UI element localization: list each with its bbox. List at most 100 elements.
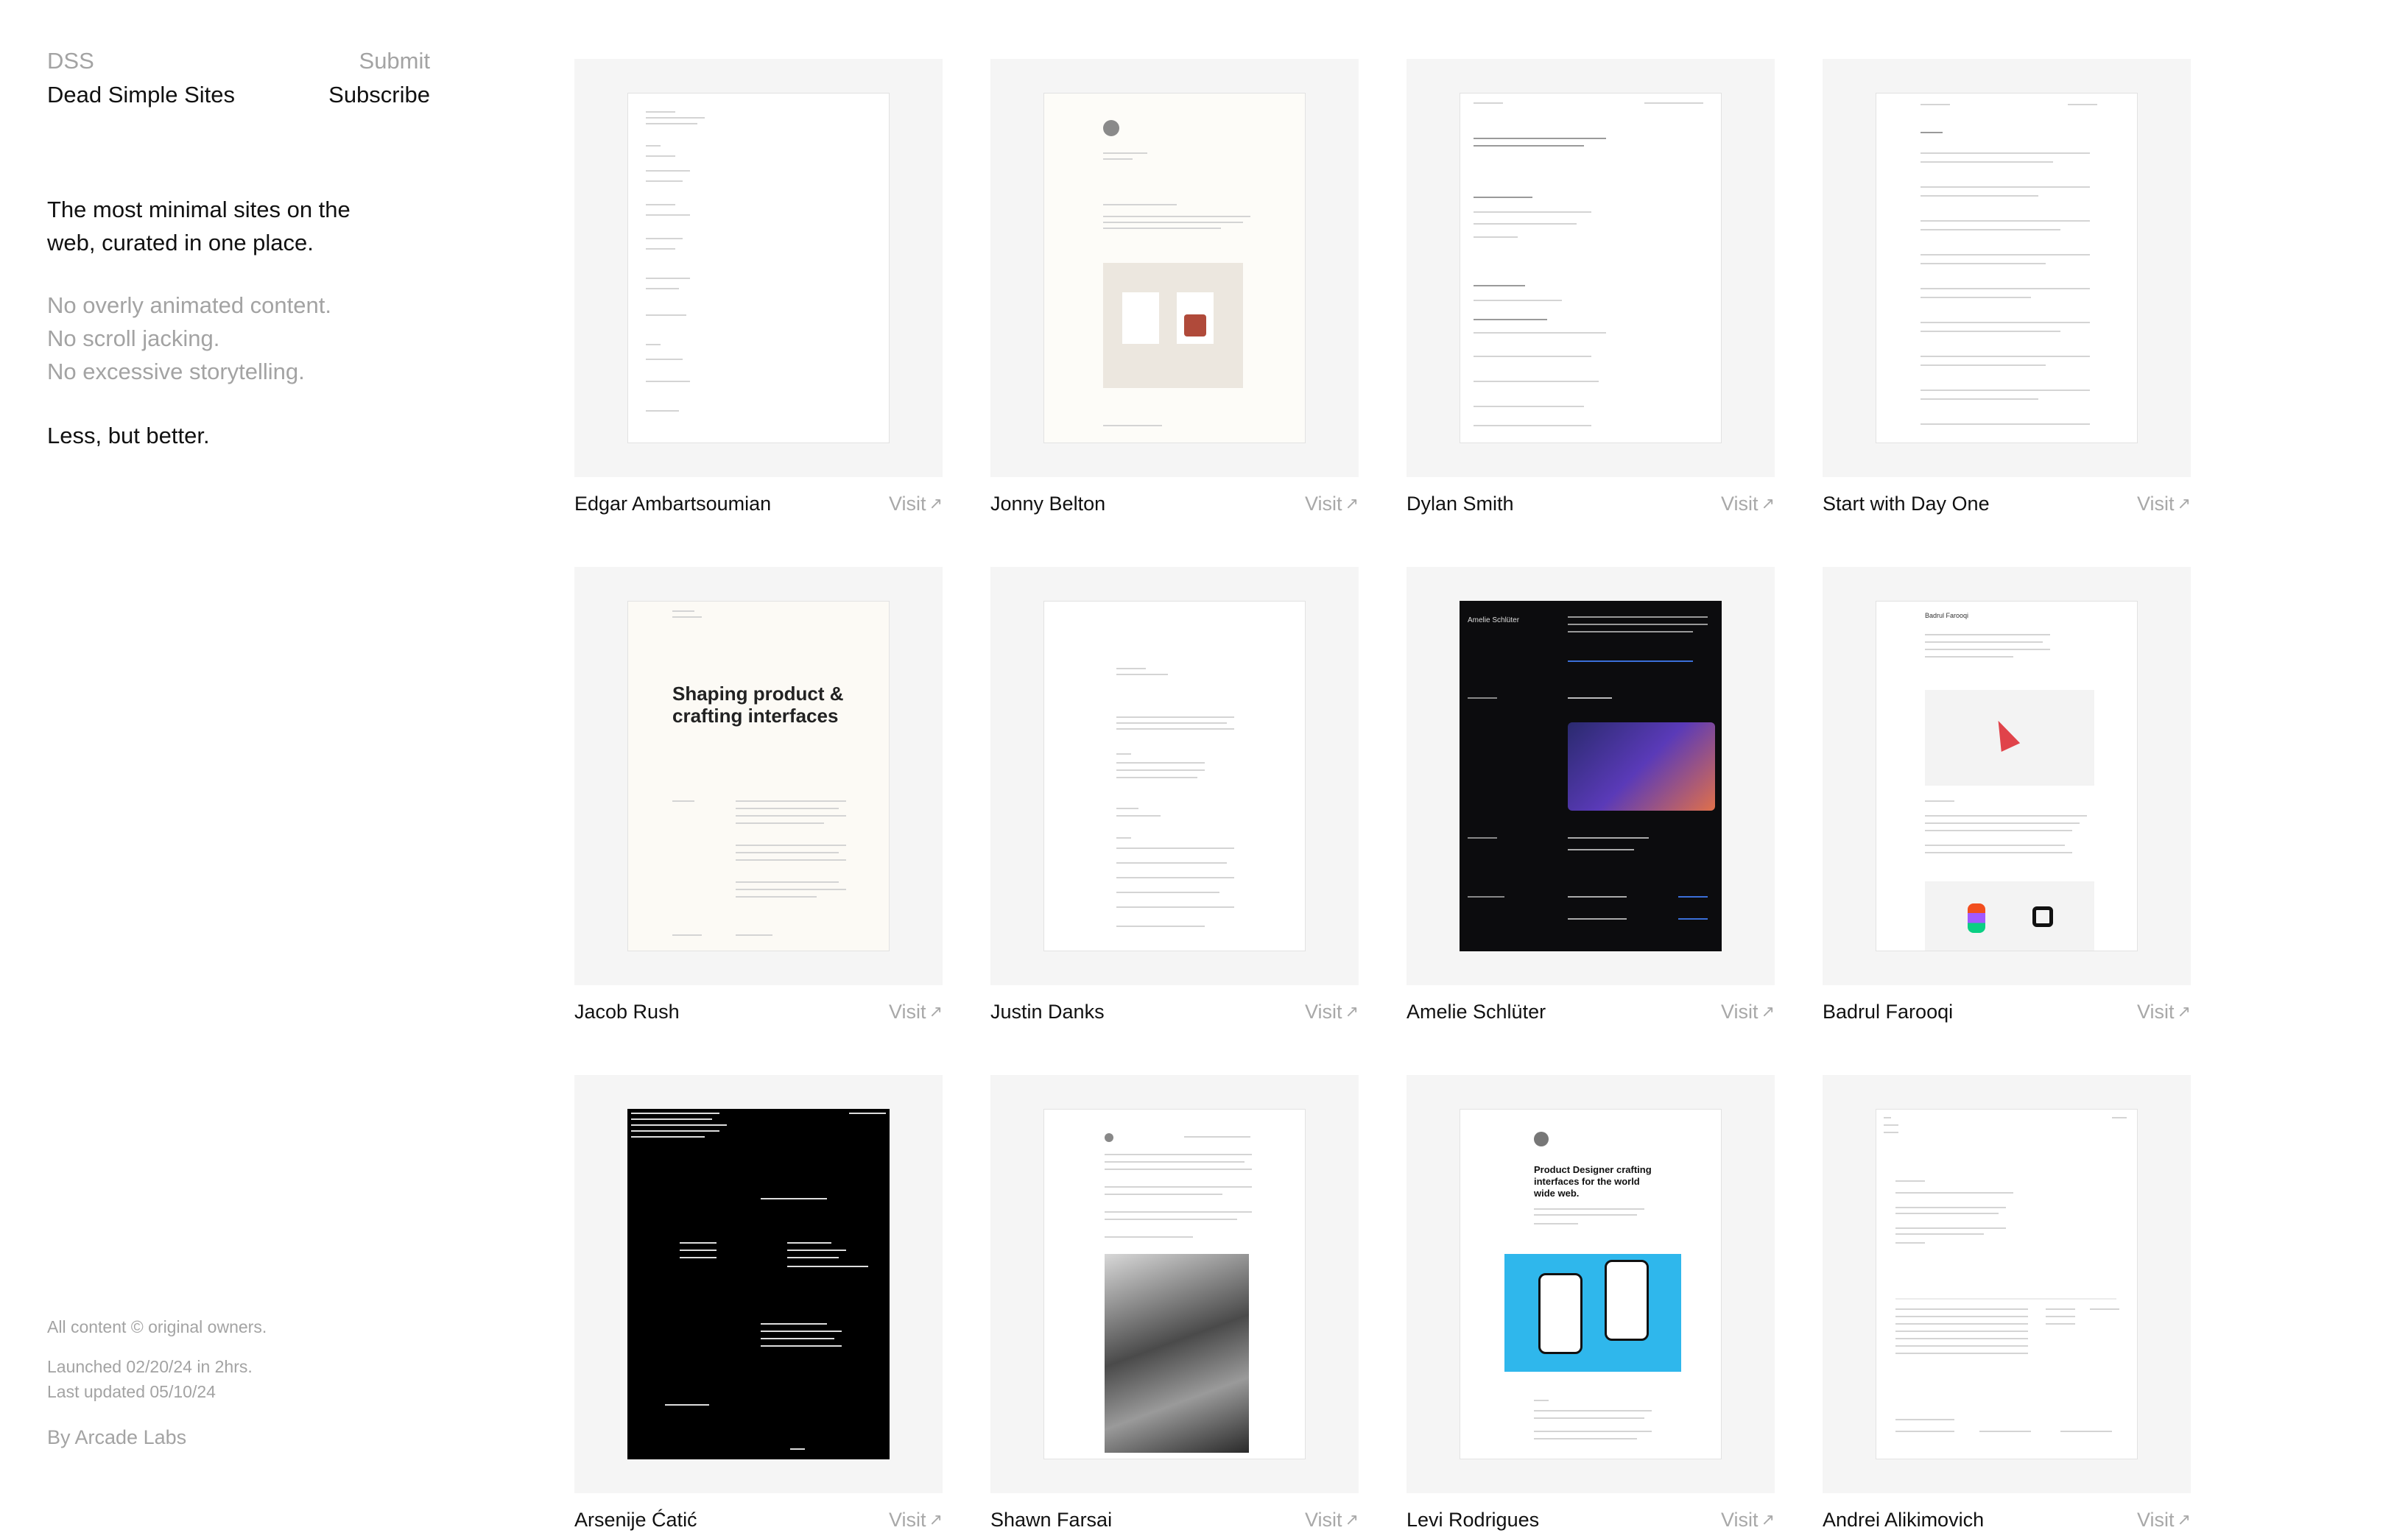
arrow-up-right-icon: ↗ [2177, 1510, 2191, 1529]
site-preview: Product Designer crafting interfaces for… [1460, 1109, 1722, 1459]
site-caption: Amelie Schlüter Visit ↗ [1407, 998, 1775, 1025]
preview-title: Badrul Farooqi [1925, 612, 1969, 619]
visit-link[interactable]: Visit ↗ [889, 490, 943, 517]
site-card[interactable]: Start with Day One Visit ↗ [1823, 59, 2191, 517]
negative-item: No excessive storytelling. [47, 359, 305, 384]
site-thumbnail[interactable] [574, 1075, 943, 1493]
site-thumbnail[interactable] [990, 1075, 1359, 1493]
site-caption: Arsenije Ćatić Visit ↗ [574, 1506, 943, 1533]
avatar [1534, 1132, 1549, 1146]
site-thumbnail[interactable] [990, 59, 1359, 477]
submit-link[interactable]: Submit [359, 44, 430, 78]
site-card[interactable]: Arsenije Ćatić Visit ↗ [574, 1075, 943, 1533]
preview-photo [1105, 1254, 1249, 1453]
site-thumbnail[interactable]: Badrul Farooqi [1823, 567, 2191, 985]
subscribe-link[interactable]: Subscribe [328, 78, 430, 112]
site-thumbnail[interactable]: Amelie Schlüter [1407, 567, 1775, 985]
site-caption: Shawn Farsai Visit ↗ [990, 1506, 1359, 1533]
arrow-up-right-icon: ↗ [1761, 1510, 1775, 1529]
site-name[interactable]: Shawn Farsai [990, 1506, 1112, 1533]
visit-label: Visit [2137, 493, 2175, 515]
site-preview [1876, 1109, 2138, 1459]
motto: Less, but better. [47, 423, 210, 448]
site-preview [1043, 601, 1306, 951]
arrow-up-right-icon: ↗ [929, 1510, 943, 1529]
site-caption: Levi Rodrigues Visit ↗ [1407, 1506, 1775, 1533]
cursor-icon [1988, 716, 2021, 753]
preview-image [1568, 722, 1715, 811]
visit-link[interactable]: Visit ↗ [889, 998, 943, 1025]
preview-image [1925, 690, 2094, 786]
brand-short[interactable]: DSS [47, 44, 94, 78]
negative-item: No scroll jacking. [47, 325, 220, 351]
site-card[interactable]: Edgar Ambartsoumian Visit ↗ [574, 59, 943, 517]
visit-label: Visit [1721, 493, 1759, 515]
site-card[interactable]: Amelie Schlüter Amelie Schlüter Visit ↗ [1407, 567, 1775, 1025]
site-name[interactable]: Jonny Belton [990, 490, 1105, 517]
site-thumbnail[interactable] [1407, 59, 1775, 477]
site-card[interactable]: Justin Danks Visit ↗ [990, 567, 1359, 1025]
sidebar: DSS Submit Dead Simple Sites Subscribe T… [47, 44, 430, 1487]
visit-link[interactable]: Visit ↗ [1721, 998, 1775, 1025]
site-card[interactable]: Jonny Belton Visit ↗ [990, 59, 1359, 517]
site-name[interactable]: Jacob Rush [574, 998, 680, 1025]
site-name[interactable]: Start with Day One [1823, 490, 1990, 517]
site-name[interactable]: Amelie Schlüter [1407, 998, 1546, 1025]
site-thumbnail[interactable] [990, 567, 1359, 985]
visit-link[interactable]: Visit ↗ [1721, 1506, 1775, 1533]
visit-label: Visit [1305, 1001, 1342, 1023]
site-preview [627, 93, 890, 443]
site-name[interactable]: Arsenije Ćatić [574, 1506, 697, 1533]
visit-link[interactable]: Visit ↗ [1305, 490, 1359, 517]
visit-label: Visit [1305, 1509, 1342, 1531]
site-card[interactable]: Shaping product & crafting interfaces Ja… [574, 567, 943, 1025]
site-name[interactable]: Badrul Farooqi [1823, 998, 1953, 1025]
site-thumbnail[interactable]: Shaping product & crafting interfaces [574, 567, 943, 985]
site-card[interactable]: Product Designer crafting interfaces for… [1407, 1075, 1775, 1533]
avatar [1103, 120, 1119, 136]
site-name[interactable]: Dylan Smith [1407, 490, 1514, 517]
visit-link[interactable]: Visit ↗ [1305, 998, 1359, 1025]
site-card[interactable]: Shawn Farsai Visit ↗ [990, 1075, 1359, 1533]
site-thumbnail[interactable] [574, 59, 943, 477]
site-card[interactable]: Dylan Smith Visit ↗ [1407, 59, 1775, 517]
site-name[interactable]: Edgar Ambartsoumian [574, 490, 771, 517]
visit-link[interactable]: Visit ↗ [1305, 1506, 1359, 1533]
visit-link[interactable]: Visit ↗ [2137, 998, 2191, 1025]
arrow-up-right-icon: ↗ [1761, 1002, 1775, 1021]
visit-label: Visit [1305, 493, 1342, 515]
brand-name[interactable]: Dead Simple Sites [47, 78, 235, 112]
tagline: The most minimal sites on the web, curat… [47, 197, 351, 256]
preview-headline: Shaping product & crafting interfaces [672, 683, 844, 727]
site-caption: Dylan Smith Visit ↗ [1407, 490, 1775, 517]
rights-text: All content © original owners. [47, 1317, 267, 1336]
launched-text: Launched 02/20/24 in 2hrs. [47, 1357, 253, 1376]
site-caption: Justin Danks Visit ↗ [990, 998, 1359, 1025]
site-thumbnail[interactable] [1823, 59, 2191, 477]
site-thumbnail[interactable] [1823, 1075, 2191, 1493]
visit-link[interactable]: Visit ↗ [889, 1506, 943, 1533]
visit-link[interactable]: Visit ↗ [1721, 490, 1775, 517]
site-name[interactable]: Andrei Alikimovich [1823, 1506, 1984, 1533]
site-card[interactable]: Andrei Alikimovich Visit ↗ [1823, 1075, 2191, 1533]
site-name[interactable]: Levi Rodrigues [1407, 1506, 1539, 1533]
visit-link[interactable]: Visit ↗ [2137, 1506, 2191, 1533]
updated-text: Last updated 05/10/24 [47, 1382, 216, 1401]
negative-item: No overly animated content. [47, 292, 331, 318]
site-thumbnail[interactable]: Product Designer crafting interfaces for… [1407, 1075, 1775, 1493]
brand-row: DSS Submit [47, 44, 430, 78]
arrow-up-right-icon: ↗ [1345, 1002, 1359, 1021]
site-card[interactable]: Badrul Farooqi Badrul Farooqi Visit ↗ [1823, 567, 2191, 1025]
site-preview [627, 1109, 890, 1459]
brand-row-2: Dead Simple Sites Subscribe [47, 78, 430, 112]
visit-label: Visit [2137, 1001, 2175, 1023]
by-arcade-labs-link[interactable]: By Arcade Labs [47, 1425, 267, 1450]
visit-label: Visit [2137, 1509, 2175, 1531]
preview-image [1504, 1254, 1681, 1372]
preview-title: Amelie Schlüter [1468, 616, 1520, 624]
site-caption: Andrei Alikimovich Visit ↗ [1823, 1506, 2191, 1533]
preview-image [1103, 263, 1243, 388]
visit-link[interactable]: Visit ↗ [2137, 490, 2191, 517]
site-caption: Jonny Belton Visit ↗ [990, 490, 1359, 517]
site-name[interactable]: Justin Danks [990, 998, 1105, 1025]
